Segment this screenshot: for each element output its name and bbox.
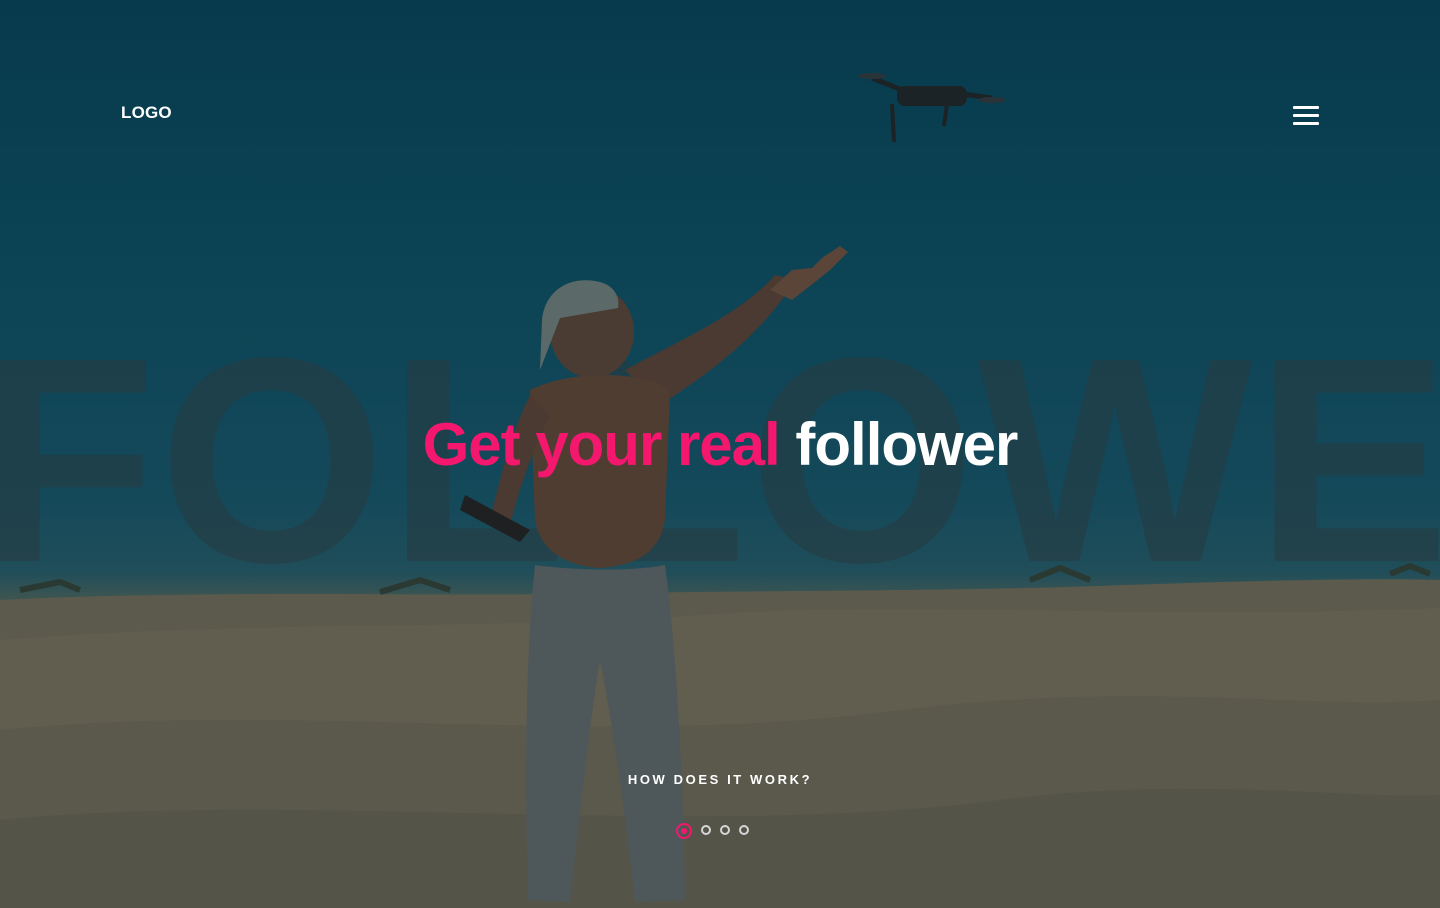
headline-plain: follower	[795, 411, 1018, 478]
hero-section: FOLLOWER LOGO Get your real follower HOW…	[0, 0, 1440, 908]
hero-headline: Get your real follower	[0, 410, 1440, 480]
logo[interactable]: LOGO	[121, 103, 172, 123]
slider-dot-3[interactable]	[720, 825, 730, 835]
slider-dot-2[interactable]	[701, 825, 711, 835]
menu-bar	[1293, 106, 1319, 109]
slider-dot-4[interactable]	[739, 825, 749, 835]
menu-bar	[1293, 122, 1319, 125]
slider-pagination	[676, 823, 749, 839]
slider-dot-1[interactable]	[676, 823, 692, 839]
hamburger-menu-icon[interactable]	[1290, 104, 1322, 128]
menu-bar	[1293, 114, 1319, 117]
person-figure	[460, 246, 848, 902]
drone-image	[858, 73, 1006, 143]
how-it-works-link[interactable]: HOW DOES IT WORK?	[0, 772, 1440, 787]
headline-accent: Get your real	[422, 411, 781, 478]
